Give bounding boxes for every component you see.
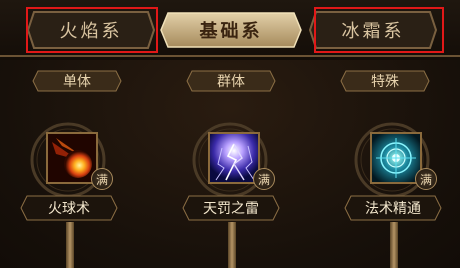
fire-tab-highlight-box bbox=[26, 7, 158, 53]
skill-fireball-name: 火球术 bbox=[48, 201, 90, 217]
skill-fireball[interactable]: 满 火球术 bbox=[8, 120, 128, 268]
skill-name-plate: 天罚之雷 bbox=[182, 195, 280, 221]
skill-thunder-name: 天罚之雷 bbox=[203, 201, 259, 217]
frost-tab-highlight-box bbox=[314, 7, 444, 53]
tree-connector bbox=[228, 222, 236, 268]
maxed-badge: 满 bbox=[91, 168, 113, 190]
maxed-badge: 满 bbox=[415, 168, 437, 190]
skill-name-plate: 法术精通 bbox=[344, 195, 442, 221]
skill-heavenly-thunder[interactable]: 满 天罚之雷 bbox=[170, 120, 290, 268]
skill-arcane-mastery[interactable]: 满 法术精通 bbox=[332, 120, 452, 268]
maxed-badge: 满 bbox=[253, 168, 275, 190]
category-special-label: 特殊 bbox=[371, 74, 399, 90]
tree-connector bbox=[66, 222, 74, 268]
tree-connector bbox=[390, 222, 398, 268]
skill-arcane-name: 法术精通 bbox=[365, 201, 421, 217]
tab-basic[interactable]: 基础系 bbox=[160, 12, 302, 48]
category-group-label: 群体 bbox=[217, 74, 245, 90]
category-single-label: 单体 bbox=[63, 74, 91, 90]
school-tab-bar: 火焰系 基础系 冰霜系 bbox=[0, 0, 460, 60]
tab-basic-label: 基础系 bbox=[199, 21, 263, 42]
skill-tree-panel: 火焰系 基础系 冰霜系 单体 群体 特殊 满 火球术 满 天罚之雷 满 法术精通 bbox=[0, 0, 460, 268]
skill-name-plate: 火球术 bbox=[20, 195, 118, 221]
category-special: 特殊 bbox=[340, 70, 430, 92]
category-single: 单体 bbox=[32, 70, 122, 92]
category-group: 群体 bbox=[186, 70, 276, 92]
